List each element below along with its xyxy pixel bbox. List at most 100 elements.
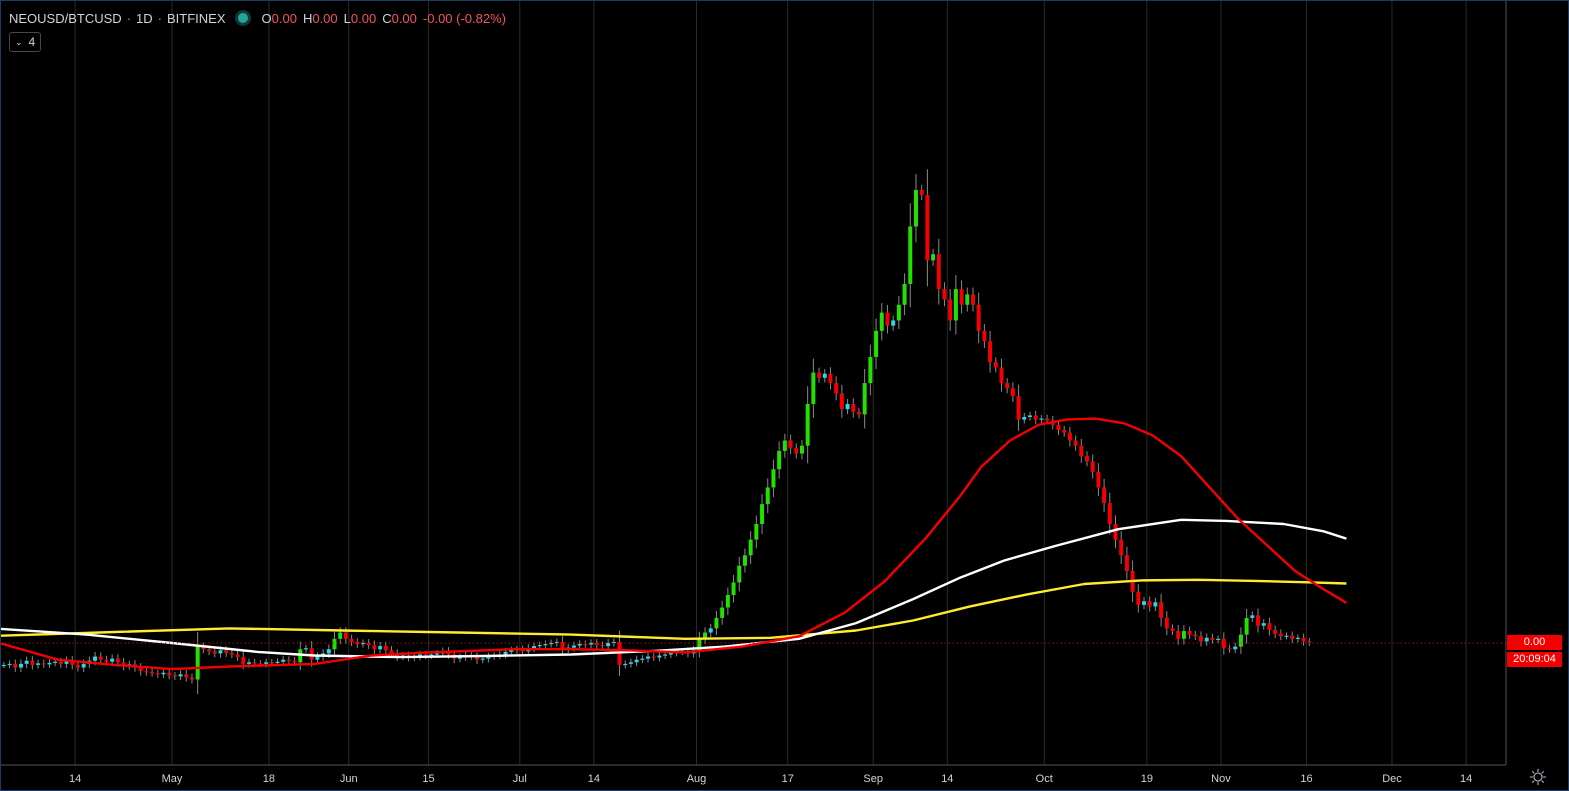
candle-body [1256,615,1261,626]
candle [868,344,873,396]
candle-body [1067,432,1072,441]
market-status-icon [237,13,248,23]
candle-body [657,655,662,658]
candle [845,398,850,415]
candle [714,611,719,636]
gear-icon[interactable] [1529,768,1547,786]
price-chart[interactable]: 14 May 18 Jun 15 Jul 14 Aug 17 Sep 14 Oct 19 Nov 16 Dec… [1,1,1568,790]
indicators-toggle-button[interactable]: ⌄ 4 [9,32,42,52]
candle [189,673,194,684]
candle-body [264,662,269,664]
candle-body [161,672,166,675]
candle-body [828,373,833,384]
candle-body [646,656,651,659]
candle-body [936,254,941,290]
candle-body [383,646,388,651]
candle-body [1084,456,1089,462]
candle-body [1033,415,1038,420]
candle-body [782,440,787,451]
candle [794,443,799,459]
candle-body [110,658,115,662]
candle-body [98,656,103,660]
candle-body [503,651,508,655]
candle [942,282,947,307]
candle-body [1301,637,1306,642]
candle-body [834,383,839,394]
candle-body [269,662,274,664]
candle [703,627,708,645]
candle-body [1005,383,1010,389]
candle-body [1273,629,1278,634]
candle [589,639,594,649]
candle-body [742,555,747,566]
candle-body [292,660,297,663]
candle-body [1056,424,1061,431]
candle [560,636,565,655]
candle [1244,608,1249,644]
candle [720,600,725,625]
candle-body [1210,637,1215,640]
candle [36,659,41,669]
time-axis[interactable]: 14 May 18 Jun 15 Jul 14 Aug 17 Sep 14 Oct 19 Nov 16 Dec… [69,773,1472,785]
x-tick-label: Jul [513,773,527,785]
candle-body [315,656,320,660]
candle [577,640,582,650]
candle [1295,634,1300,643]
candle-body [281,659,286,662]
candle-body [862,383,867,415]
candle-body [856,411,861,415]
candle [1307,637,1312,646]
candle [64,656,69,669]
candle-body [948,299,953,321]
candle [708,623,713,638]
candle-body [1124,555,1129,571]
candle-body [1022,416,1027,420]
x-tick-label: May [162,773,183,785]
candle-body [794,448,799,454]
symbol-name[interactable]: NEOUSD/BTCUSD [9,11,122,26]
candle [999,358,1004,392]
candle-body [811,372,816,404]
candle [623,660,628,669]
chart-frame: 14 May 18 Jun 15 Jul 14 Aug 17 Sep 14 Oct 19 Nov 16 Dec… [0,0,1569,791]
candle-body [902,283,907,305]
candle-body [195,646,200,680]
candle-body [252,662,257,664]
candle-body [36,663,41,665]
candle [646,652,651,663]
candle-body [423,654,428,656]
candle-body [817,372,822,378]
candle-body [1307,641,1312,643]
candle [1273,625,1278,638]
candle [771,459,776,497]
candle-body [1062,430,1067,433]
candle-body [908,226,913,284]
candle-body [378,646,383,650]
candle-body [41,663,46,665]
candle [742,548,747,573]
candle-body [53,661,58,663]
candle-body [326,649,331,654]
interval-label[interactable]: 1D [136,11,153,26]
candle-body [925,195,930,261]
candle-body [184,674,189,678]
candle-body [1176,630,1181,639]
candle-body [885,312,890,326]
x-tick-label: 14 [1460,773,1472,785]
candle-body [777,450,782,470]
candle [1067,426,1072,447]
ma-mid-line [1,518,1347,659]
candle [1147,596,1152,612]
candle [1233,642,1238,654]
candle [554,638,559,647]
candle-body [81,663,86,668]
candle-body [731,582,736,595]
ma-slow-line [1,578,1347,640]
candle [931,248,936,266]
candle [925,169,930,287]
candle-body [879,312,884,331]
candle-body [389,650,394,654]
candle-body [1039,418,1044,420]
x-tick-label: 18 [263,773,275,785]
candle [748,531,753,564]
